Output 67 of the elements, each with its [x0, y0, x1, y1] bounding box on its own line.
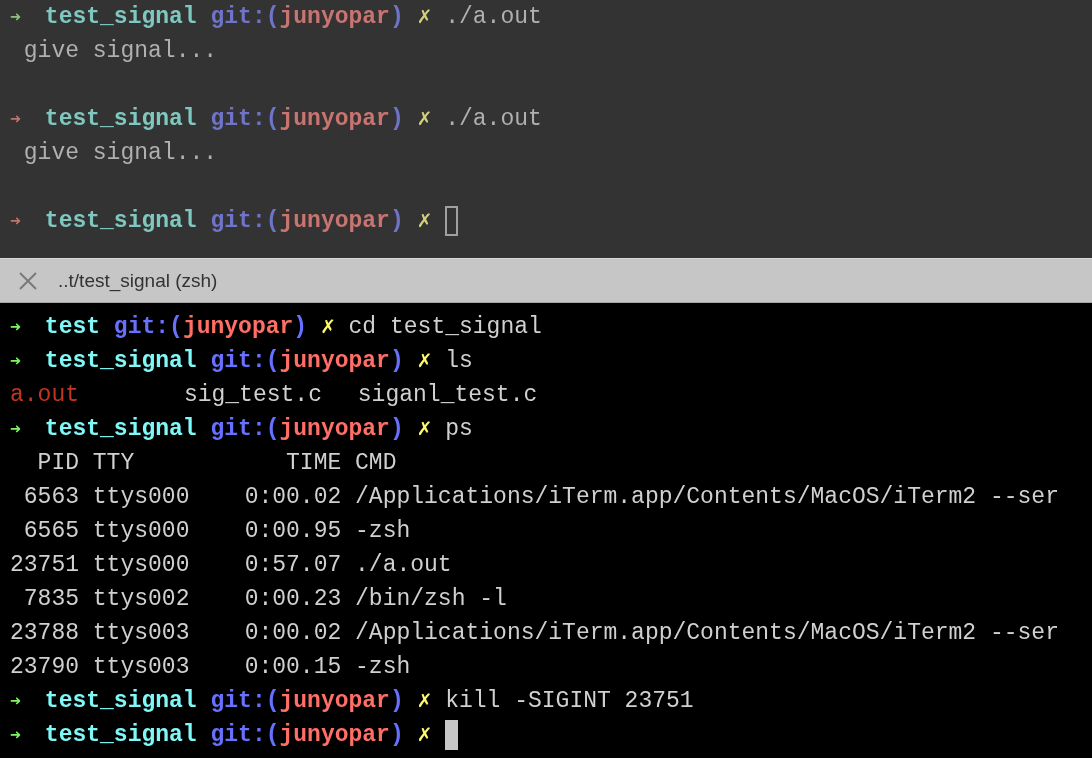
branch-name: junyopar — [279, 687, 390, 716]
dirty-mark: ✗ — [417, 347, 432, 376]
command-text: kill -SIGINT 23751 — [445, 687, 694, 716]
directory-name: test_signal — [44, 347, 197, 376]
prompt-arrow: ➜ — [10, 209, 21, 233]
git-suffix: ) — [389, 721, 404, 750]
prompt-arrow: ➜ — [10, 349, 21, 373]
git-suffix: ) — [389, 347, 404, 376]
output-line: 6563 ttys000 0:00.02 /Applications/iTerm.app/Contents/MacOS/iTerm2 --ser — [22, 483, 1059, 512]
output-line: 7835 ttys002 0:00.23 /bin/zsh -l — [22, 585, 507, 614]
git-prefix: git:( — [210, 3, 280, 32]
command-text: cd test_signal — [348, 313, 542, 342]
output-line: PID TTY TIME CMD — [36, 449, 397, 478]
git-prefix: git:( — [113, 313, 183, 342]
directory-name: test — [44, 313, 101, 342]
branch-name: junyopar — [279, 105, 390, 134]
file-name: sig_test.c — [183, 381, 323, 410]
directory-name: test_signal — [44, 3, 197, 32]
directory-name: test_signal — [44, 415, 197, 444]
branch-name: junyopar — [279, 207, 390, 236]
output-line: give signal... — [22, 139, 218, 168]
directory-name: test_signal — [44, 687, 197, 716]
dirty-mark: ✗ — [417, 105, 432, 134]
prompt-arrow: ➜ — [10, 315, 21, 339]
pane-title: ..t/test_signal (zsh) — [58, 269, 218, 292]
output-line: 23751 ttys000 0:57.07 ./a.out — [10, 551, 452, 580]
git-suffix: ) — [389, 3, 404, 32]
close-icon[interactable] — [18, 270, 38, 291]
dirty-mark: ✗ — [320, 313, 335, 342]
git-prefix: git:( — [210, 687, 280, 716]
directory-name: test_signal — [44, 721, 197, 750]
command-text: ls — [445, 347, 473, 376]
branch-name: junyopar — [279, 415, 390, 444]
prompt-arrow: ➜ — [10, 689, 21, 713]
prompt-arrow: ➜ — [10, 107, 21, 131]
git-prefix: git:( — [210, 105, 280, 134]
git-prefix: git:( — [210, 721, 280, 750]
command-text: ./a.out — [445, 105, 542, 134]
command-text: ps — [445, 415, 473, 444]
git-prefix: git:( — [210, 207, 280, 236]
prompt-arrow: ➜ — [10, 417, 21, 441]
prompt-arrow: ➜ — [10, 5, 21, 29]
git-suffix: ) — [389, 415, 404, 444]
directory-name: test_signal — [44, 105, 197, 134]
prompt-arrow: ➜ — [10, 723, 21, 747]
branch-name: junyopar — [279, 721, 390, 750]
file-name: a.out — [10, 381, 80, 410]
branch-name: junyopar — [279, 347, 390, 376]
branch-name: junyopar — [279, 3, 390, 32]
dirty-mark: ✗ — [417, 3, 432, 32]
dirty-mark: ✗ — [417, 721, 432, 750]
command-text: ./a.out — [445, 3, 542, 32]
branch-name: junyopar — [182, 313, 294, 342]
git-suffix: ) — [389, 687, 404, 716]
dirty-mark: ✗ — [417, 687, 432, 716]
git-suffix: ) — [389, 105, 404, 134]
git-prefix: git:( — [210, 415, 280, 444]
directory-name: test_signal — [44, 207, 197, 236]
output-line: 23790 ttys003 0:00.15 -zsh — [10, 653, 411, 682]
git-suffix: ) — [389, 207, 404, 236]
dirty-mark: ✗ — [417, 415, 432, 444]
git-suffix: ) — [293, 313, 308, 342]
dirty-mark: ✗ — [417, 207, 432, 236]
output-line: 6565 ttys000 0:00.95 -zsh — [22, 517, 411, 546]
output-line: give signal... — [22, 37, 218, 66]
output-line: 23788 ttys003 0:00.02 /Applications/iTerm.app/Contents/MacOS/iTerm2 --ser — [10, 619, 1059, 648]
git-prefix: git:( — [210, 347, 280, 376]
